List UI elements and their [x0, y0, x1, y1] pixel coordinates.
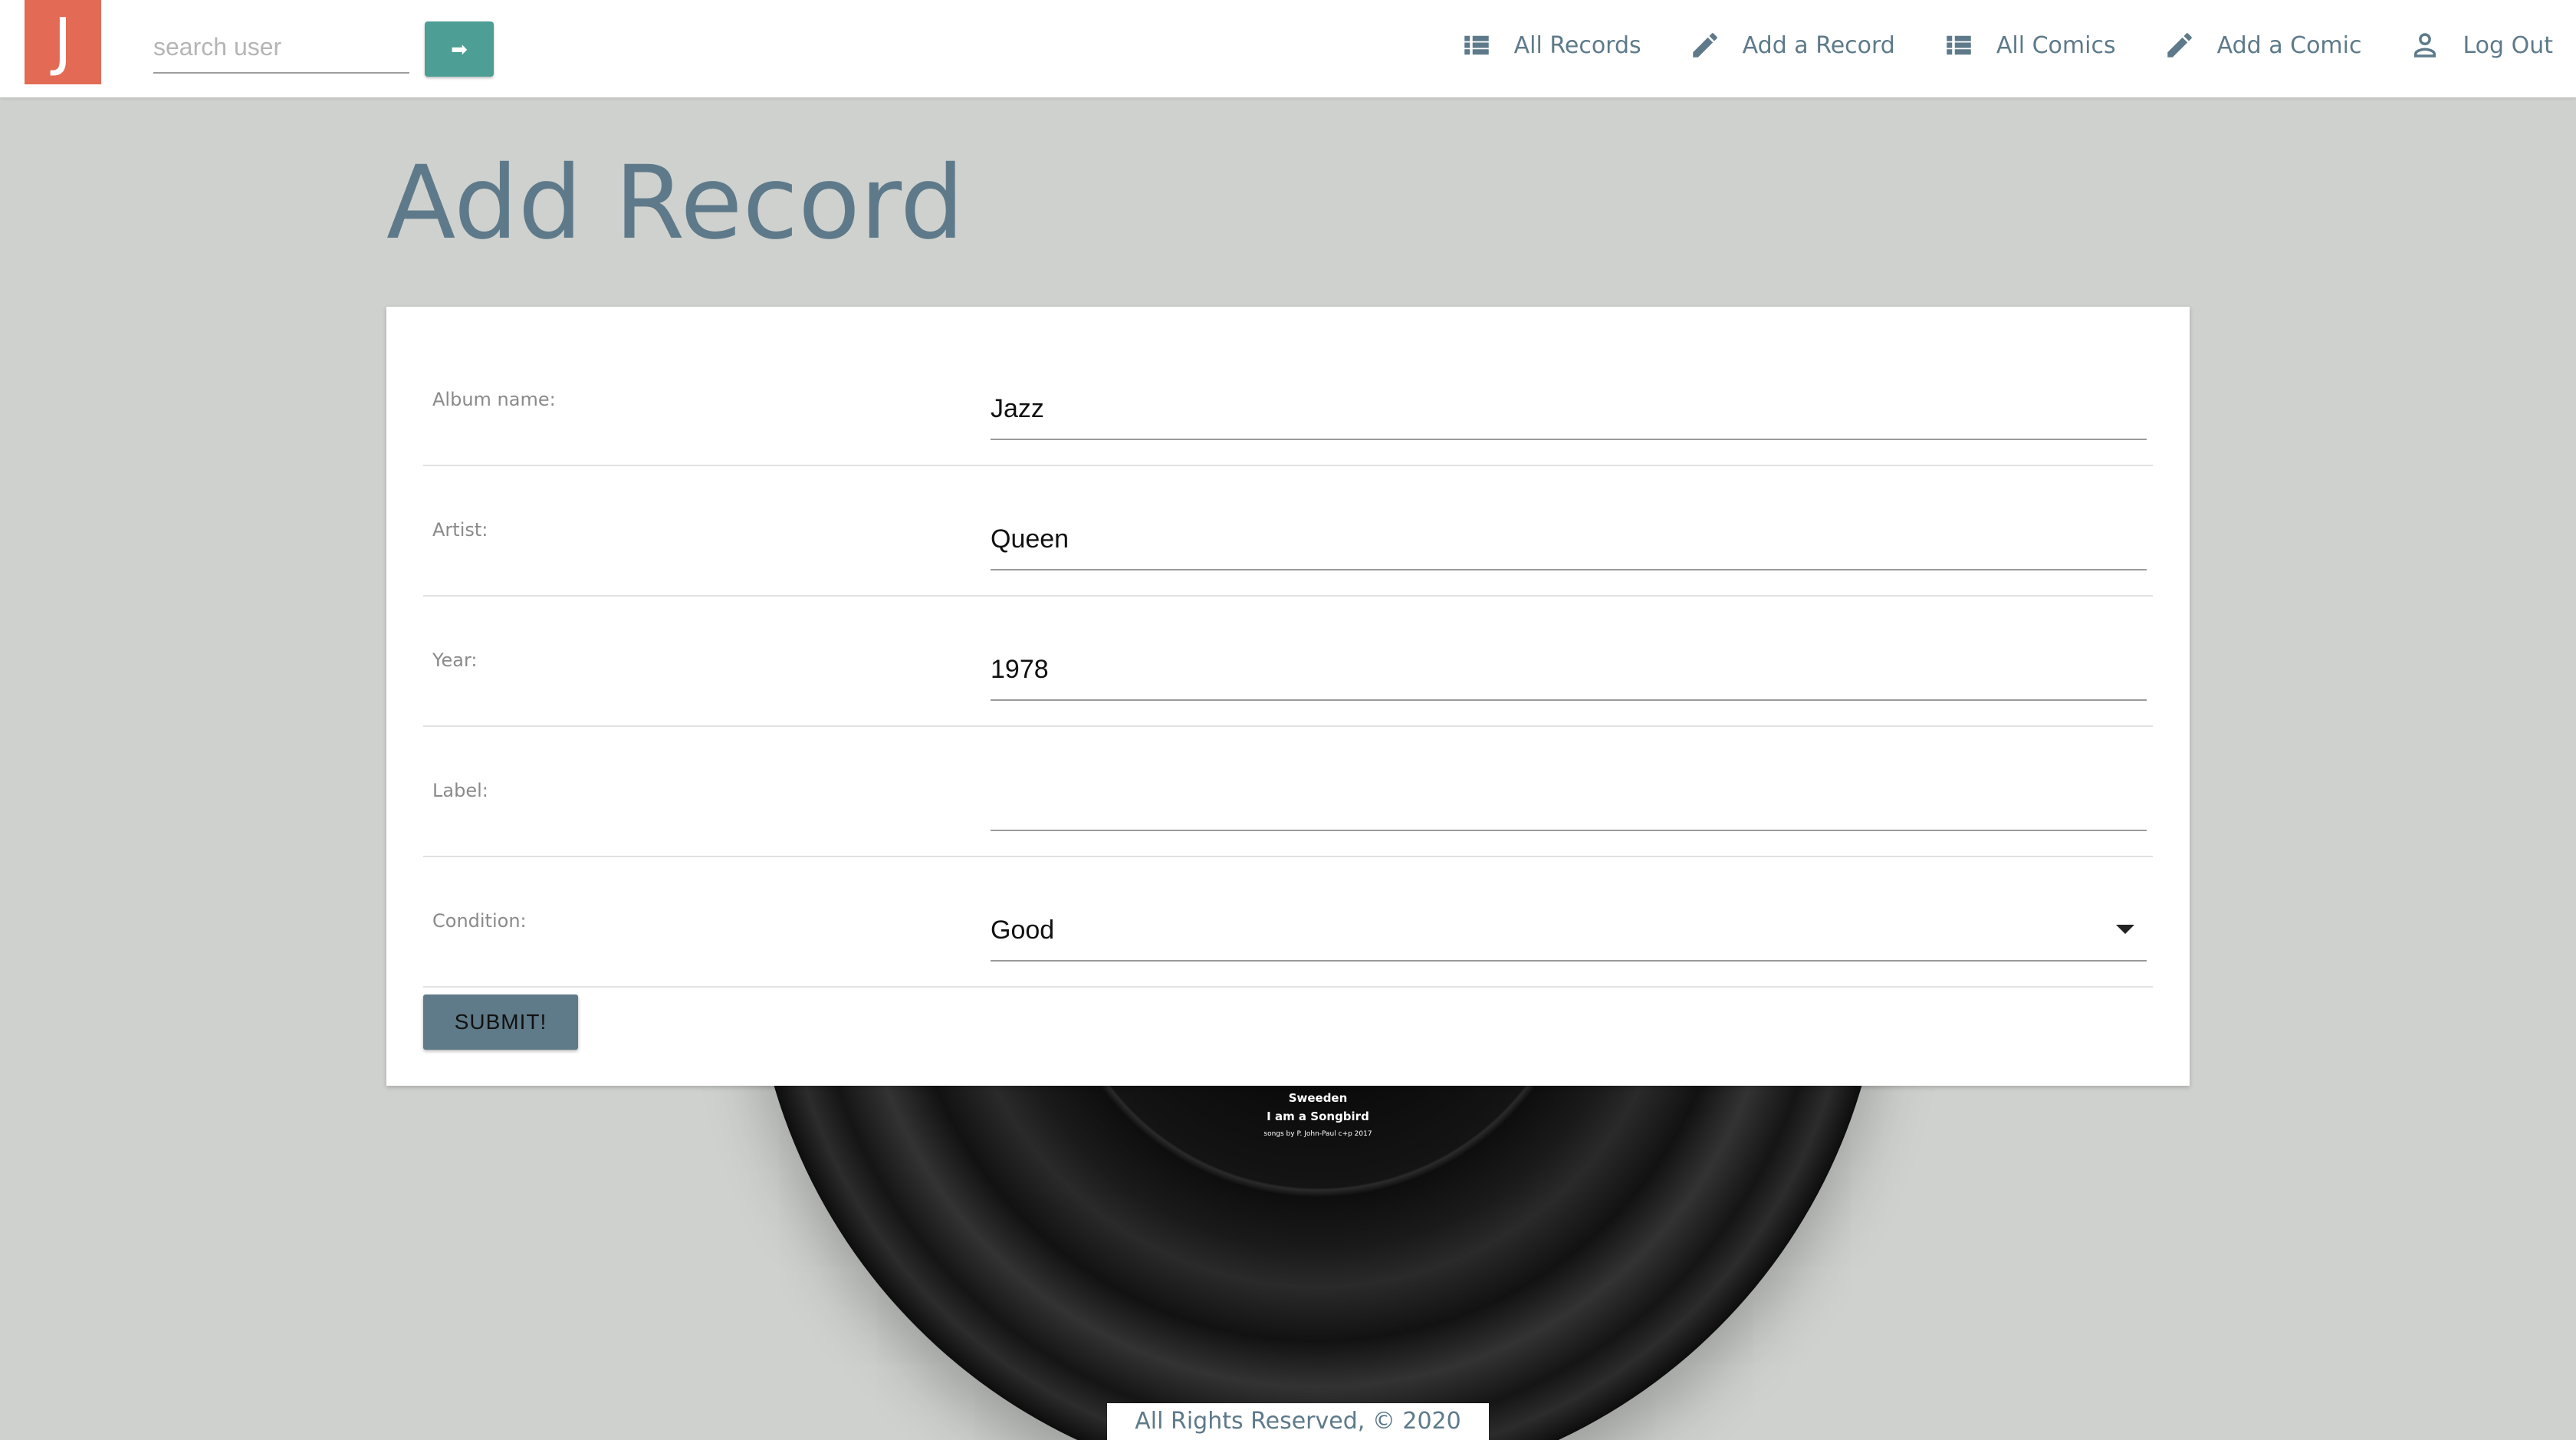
nav-link-label: Add a Comic — [2216, 31, 2362, 59]
nav-link-all-comics[interactable]: All Comics — [1943, 29, 2116, 61]
condition-selected-value: Good — [991, 916, 1055, 945]
page-title: Add Record — [386, 144, 964, 262]
search-user-input[interactable] — [153, 21, 409, 74]
vinyl-track-text: I am a Songbird — [1267, 1110, 1369, 1123]
submit-button[interactable]: SUBMIT! — [423, 995, 578, 1050]
condition-select[interactable]: Good — [991, 900, 2147, 962]
year-input[interactable] — [991, 639, 2147, 701]
nav-link-label: All Records — [1513, 31, 1641, 59]
form-row-label: Label: — [423, 725, 2153, 857]
pencil-icon — [1689, 29, 1721, 61]
app-logo[interactable]: J — [25, 0, 101, 84]
nav-link-label: Add a Record — [1742, 31, 1895, 59]
pencil-icon — [2164, 29, 2196, 61]
form-row-year: Year: — [423, 595, 2153, 727]
condition-label: Condition: — [432, 910, 527, 932]
nav-link-label: Log Out — [2463, 31, 2553, 59]
album-name-label: Album name: — [432, 389, 556, 410]
user-icon — [2409, 29, 2441, 61]
nav-link-add-record[interactable]: Add a Record — [1689, 29, 1895, 61]
chevron-down-icon — [2116, 925, 2134, 934]
nav-links: All Records Add a Record All Comics Add … — [1460, 0, 2553, 90]
form-row-condition: Condition: Good — [423, 856, 2153, 988]
vinyl-credit-text: songs by P. John-Paul c+p 2017 — [1263, 1130, 1372, 1138]
album-name-input[interactable] — [991, 379, 2147, 440]
arrow-right-icon: ➡ — [451, 38, 468, 61]
top-navbar: J ➡ All Records Add a Record All Comics — [0, 0, 2576, 97]
logo-letter: J — [53, 5, 73, 78]
year-label: Year: — [432, 649, 478, 671]
list-icon — [1460, 29, 1493, 61]
nav-link-label: All Comics — [1996, 31, 2116, 59]
label-input[interactable] — [991, 770, 2147, 831]
vinyl-track-text: Sweeden — [1288, 1091, 1348, 1105]
footer-copyright: All Rights Reserved, © 2020 JUNKIE — [1107, 1403, 1489, 1440]
search-submit-button[interactable]: ➡ — [425, 21, 494, 77]
nav-link-log-out[interactable]: Log Out — [2409, 29, 2553, 61]
add-record-form: Album name: Artist: Year: Label: Conditi… — [386, 307, 2190, 1086]
label-label: Label: — [432, 780, 488, 801]
form-row-artist: Artist: — [423, 465, 2153, 597]
artist-input[interactable] — [991, 509, 2147, 570]
nav-link-all-records[interactable]: All Records — [1460, 29, 1641, 61]
form-row-album-name: Album name: — [423, 334, 2153, 466]
artist-label: Artist: — [432, 519, 488, 541]
list-icon — [1943, 29, 1975, 61]
nav-link-add-comic[interactable]: Add a Comic — [2164, 29, 2362, 61]
